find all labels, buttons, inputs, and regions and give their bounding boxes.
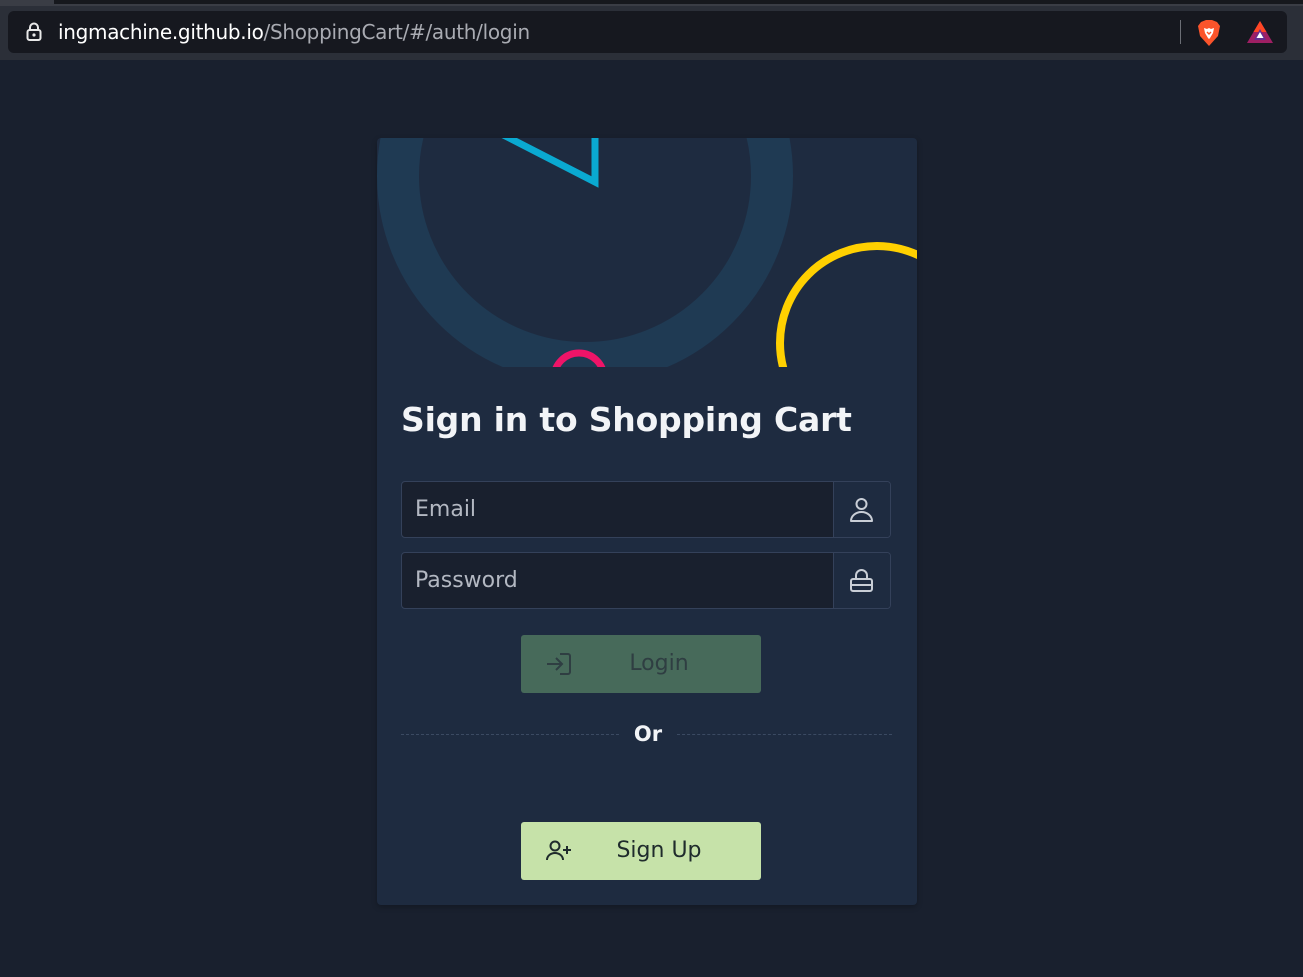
divider-line-left — [401, 734, 619, 735]
active-tab[interactable] — [54, 0, 1303, 4]
lock-icon — [850, 569, 873, 592]
user-icon — [850, 498, 873, 522]
url-host: ingmachine.github.io — [58, 20, 264, 44]
login-button-label: Login — [629, 651, 689, 676]
divider-line-right — [677, 734, 892, 735]
user-plus-icon — [546, 840, 571, 861]
brave-lion-icon[interactable] — [1197, 19, 1221, 47]
address-bar-divider — [1180, 20, 1181, 44]
login-button[interactable]: Login — [521, 635, 761, 693]
email-field-group — [401, 481, 891, 538]
lock-icon[interactable] — [26, 22, 42, 42]
password-input[interactable] — [402, 553, 834, 608]
url-path: /ShoppingCart/#/auth/login — [263, 20, 531, 44]
decorative-triangle — [501, 138, 599, 188]
signup-button[interactable]: Sign Up — [521, 822, 761, 880]
password-addon — [833, 553, 890, 608]
password-field-group — [401, 552, 891, 609]
email-input[interactable] — [402, 482, 834, 537]
login-arrow-icon — [547, 653, 571, 675]
email-addon — [833, 482, 890, 537]
login-card: Sign in to Shopping Cart Login Or — [377, 138, 917, 905]
bat-triangle-icon[interactable] — [1246, 20, 1274, 44]
url-text[interactable]: ingmachine.github.io/ShoppingCart/#/auth… — [58, 20, 530, 44]
tab-strip — [0, 0, 1303, 6]
address-bar[interactable]: ingmachine.github.io/ShoppingCart/#/auth… — [8, 11, 1287, 53]
decorative-header-art — [377, 138, 917, 367]
divider-or-text: Or — [633, 722, 663, 746]
page-title: Sign in to Shopping Cart — [401, 400, 852, 439]
browser-toolbar: ingmachine.github.io/ShoppingCart/#/auth… — [0, 0, 1303, 60]
decorative-ring — [377, 138, 793, 367]
signup-button-label: Sign Up — [616, 838, 702, 863]
decorative-yellow-circle — [776, 242, 917, 367]
